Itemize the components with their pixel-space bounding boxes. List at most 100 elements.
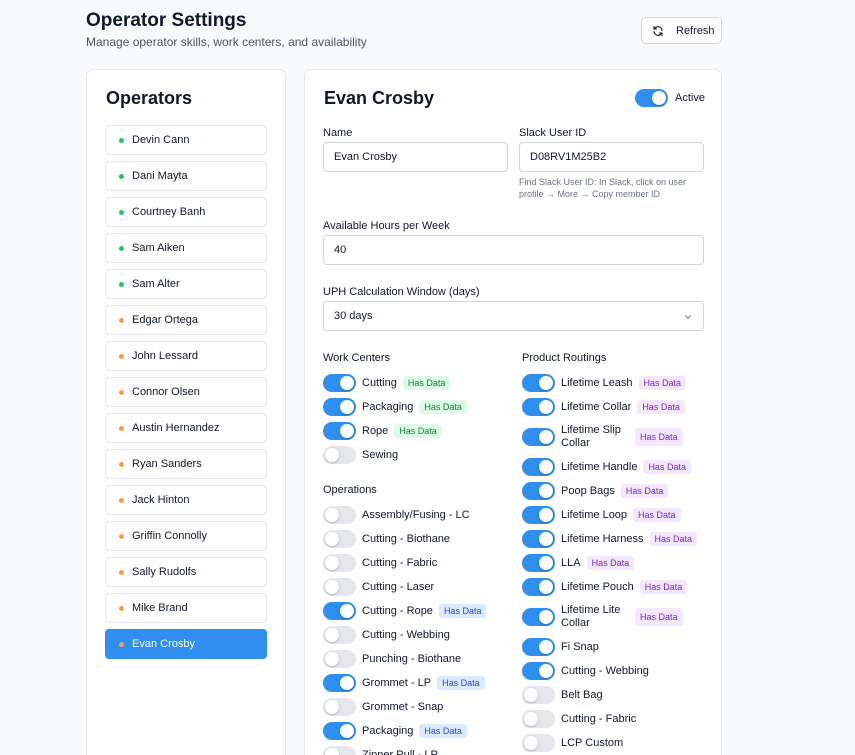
routing-toggle[interactable] — [522, 734, 555, 752]
operator-item-john-lessard[interactable]: John Lessard — [105, 341, 267, 371]
operator-item-edgar-ortega[interactable]: Edgar Ortega — [105, 305, 267, 335]
status-dot — [119, 245, 124, 251]
operation-zipper-pull-lp: Zipper Pull - LP — [323, 746, 438, 755]
operation-label: Grommet - Snap — [362, 701, 444, 713]
routing-label: Lifetime Handle — [561, 461, 638, 473]
operation-toggle[interactable] — [323, 578, 356, 596]
routing-label: Lifetime Collar — [561, 401, 632, 413]
routing-lifetime-leash: Lifetime Leash Has Data — [522, 374, 687, 392]
operation-toggle[interactable] — [323, 722, 356, 740]
routing-toggle[interactable] — [522, 662, 555, 680]
operation-cutting-fabric: Cutting - Fabric — [323, 554, 437, 572]
operation-label: Assembly/Fusing - LC — [362, 509, 470, 521]
routing-lifetime-lite-collar: Lifetime Lite Collar Has Data — [522, 602, 683, 632]
operator-item-devin-cann[interactable]: Devin Cann — [105, 125, 267, 155]
work-center-toggle[interactable] — [323, 446, 356, 464]
operator-item-dani-mayta[interactable]: Dani Mayta — [105, 161, 267, 191]
work-center-packaging: Packaging Has Data — [323, 398, 467, 416]
work-center-toggle[interactable] — [323, 422, 356, 440]
has-data-badge: Has Data — [635, 428, 683, 446]
work-centers-title: Work Centers — [323, 352, 391, 364]
routing-lla: LLA Has Data — [522, 554, 635, 572]
status-dot — [119, 353, 124, 359]
routing-lifetime-pouch: Lifetime Pouch Has Data — [522, 578, 688, 596]
status-dot — [119, 209, 124, 215]
routing-toggle[interactable] — [522, 428, 555, 446]
operation-toggle[interactable] — [323, 650, 356, 668]
operation-label: Grommet - LP — [362, 677, 432, 689]
work-center-cutting: Cutting Has Data — [323, 374, 451, 392]
hours-label: Available Hours per Week — [323, 220, 450, 232]
operator-item-sam-aiken[interactable]: Sam Aiken — [105, 233, 267, 263]
operation-toggle[interactable] — [323, 530, 356, 548]
operation-toggle[interactable] — [323, 674, 356, 692]
operator-name: Austin Hernandez — [132, 422, 220, 434]
operator-item-austin-hernandez[interactable]: Austin Hernandez — [105, 413, 267, 443]
refresh-icon — [652, 25, 664, 37]
routing-lcp-custom: LCP Custom — [522, 734, 623, 752]
operation-label: Cutting - Laser — [362, 581, 435, 593]
routing-label: Poop Bags — [561, 485, 615, 497]
status-dot — [119, 533, 124, 539]
routing-label: Lifetime Lite Collar — [561, 604, 621, 629]
hours-field[interactable]: 40 — [323, 235, 704, 265]
routing-toggle[interactable] — [522, 530, 555, 548]
refresh-label: Refresh — [676, 24, 715, 37]
operator-name: Devin Cann — [132, 134, 190, 146]
routing-toggle[interactable] — [522, 710, 555, 728]
operation-label: Packaging — [362, 725, 414, 737]
routing-toggle[interactable] — [522, 686, 555, 704]
has-data-badge: Has Data — [620, 484, 669, 498]
operation-label: Punching - Biothane — [362, 653, 462, 665]
routing-toggle[interactable] — [522, 398, 555, 416]
operator-name-heading: Evan Crosby — [324, 88, 435, 108]
routing-toggle[interactable] — [522, 458, 555, 476]
operators-panel: Operators Devin Cann Dani Mayta Courtney B… — [86, 69, 286, 755]
operator-item-mike-brand[interactable]: Mike Brand — [105, 593, 267, 623]
routing-toggle[interactable] — [522, 482, 555, 500]
work-center-toggle[interactable] — [323, 398, 356, 416]
operator-item-connor-olsen[interactable]: Connor Olsen — [105, 377, 267, 407]
routing-lifetime-collar: Lifetime Collar Has Data — [522, 398, 685, 416]
routing-lifetime-handle: Lifetime Handle Has Data — [522, 458, 691, 476]
routing-toggle[interactable] — [522, 506, 555, 524]
operator-item-courtney-banh[interactable]: Courtney Banh — [105, 197, 267, 227]
operator-item-jack-hinton[interactable]: Jack Hinton — [105, 485, 267, 515]
status-dot — [119, 425, 124, 431]
uph-label: UPH Calculation Window (days) — [323, 286, 480, 298]
operator-item-griffin-connolly[interactable]: Griffin Connolly — [105, 521, 267, 551]
operator-item-ryan-sanders[interactable]: Ryan Sanders — [105, 449, 267, 479]
operator-item-evan-crosby[interactable]: Evan Crosby — [105, 629, 267, 659]
operation-toggle[interactable] — [323, 602, 356, 620]
operation-toggle[interactable] — [323, 554, 356, 572]
operation-toggle[interactable] — [323, 626, 356, 644]
routing-cutting-fabric: Cutting - Fabric — [522, 710, 636, 728]
routing-label: Cutting - Fabric — [561, 713, 637, 725]
operation-toggle[interactable] — [323, 746, 356, 755]
operator-name: Sam Aiken — [132, 242, 185, 254]
work-center-toggle[interactable] — [323, 374, 356, 392]
name-field[interactable]: Evan Crosby — [323, 142, 508, 172]
status-dot — [119, 497, 124, 503]
has-data-badge: Has Data — [643, 460, 691, 474]
routing-toggle[interactable] — [522, 374, 555, 392]
has-data-badge: Has Data — [438, 604, 487, 618]
refresh-button[interactable]: Refresh — [641, 17, 722, 44]
uph-select[interactable]: 30 days — [323, 301, 704, 331]
routing-label: Fi Snap — [561, 641, 599, 653]
has-data-badge: Has Data — [637, 400, 685, 414]
operation-toggle[interactable] — [323, 698, 356, 716]
work-center-label: Packaging — [362, 401, 414, 413]
operation-toggle[interactable] — [323, 506, 356, 524]
operation-grommet-lp: Grommet - LP Has Data — [323, 674, 485, 692]
routing-label: Lifetime Leash — [561, 377, 633, 389]
routing-toggle[interactable] — [522, 638, 555, 656]
operator-item-sam-alter[interactable]: Sam Alter — [105, 269, 267, 299]
routing-toggle[interactable] — [522, 554, 555, 572]
routing-toggle[interactable] — [522, 578, 555, 596]
routing-toggle[interactable] — [522, 608, 555, 626]
slack-id-field[interactable]: D08RV1M25B2 — [519, 142, 704, 172]
has-data-badge: Has Data — [649, 532, 698, 546]
operator-item-sally-rudolfs[interactable]: Sally Rudolfs — [105, 557, 267, 587]
active-toggle[interactable] — [635, 89, 668, 107]
